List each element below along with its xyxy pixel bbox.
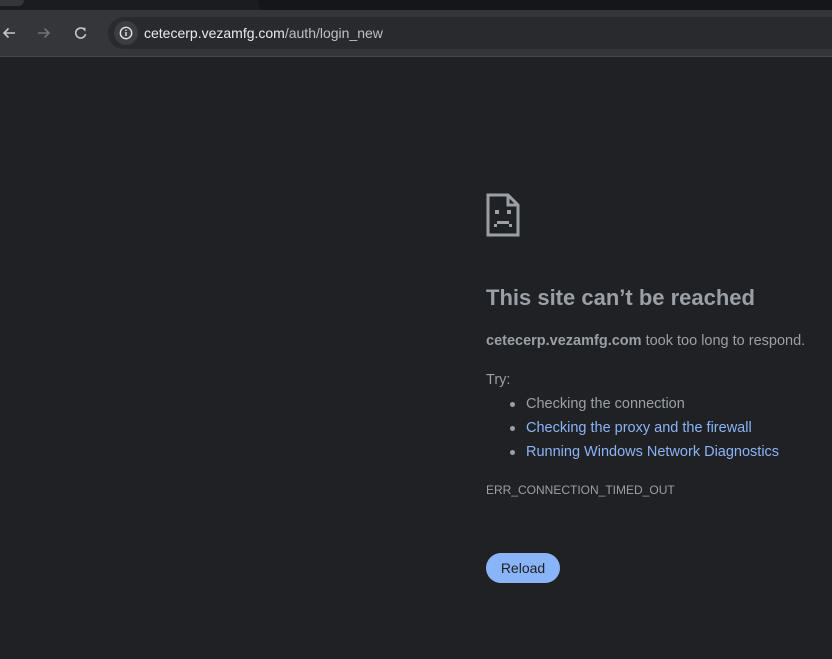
- reload-icon: [74, 27, 87, 39]
- tab-strip: [0, 0, 832, 10]
- error-code: ERR_CONNECTION_TIMED_OUT: [486, 483, 675, 497]
- url-text[interactable]: cetecerp.vezamfg.com/auth/login_new: [144, 25, 383, 41]
- tab[interactable]: [0, 0, 24, 6]
- suggestion-check-connection: Checking the connection: [486, 395, 779, 419]
- back-arrow-icon: [2, 27, 15, 39]
- browser-toolbar: cetecerp.vezamfg.com/auth/login_new: [0, 10, 832, 56]
- reload-toolbar-button[interactable]: [68, 20, 94, 46]
- forward-arrow-icon: [38, 27, 51, 39]
- toolbar-divider: [0, 56, 832, 57]
- sad-page-icon: [486, 193, 520, 237]
- suggestion-check-proxy-firewall-link[interactable]: Checking the proxy and the firewall: [486, 419, 779, 443]
- error-title: This site can’t be reached: [486, 285, 755, 310]
- address-bar[interactable]: cetecerp.vezamfg.com/auth/login_new: [108, 17, 832, 49]
- tab-strip-area: [258, 0, 832, 10]
- forward-button[interactable]: [31, 20, 57, 46]
- error-summary-text: took too long to respond.: [641, 333, 806, 349]
- site-info-button[interactable]: [114, 21, 138, 45]
- suggestions-list: Checking the connection Checking the pro…: [486, 395, 779, 467]
- error-summary: cetecerp.vezamfg.com took too long to re…: [486, 332, 805, 350]
- suggestion-network-diagnostics-link[interactable]: Running Windows Network Diagnostics: [486, 443, 779, 467]
- url-host: cetecerp.vezamfg.com: [144, 25, 285, 41]
- try-label: Try:: [486, 372, 511, 388]
- reload-button[interactable]: Reload: [486, 553, 560, 583]
- url-path: /auth/login_new: [284, 25, 383, 41]
- error-summary-host: cetecerp.vezamfg.com: [486, 333, 642, 349]
- back-button[interactable]: [0, 20, 22, 46]
- site-info-icon: [119, 26, 133, 40]
